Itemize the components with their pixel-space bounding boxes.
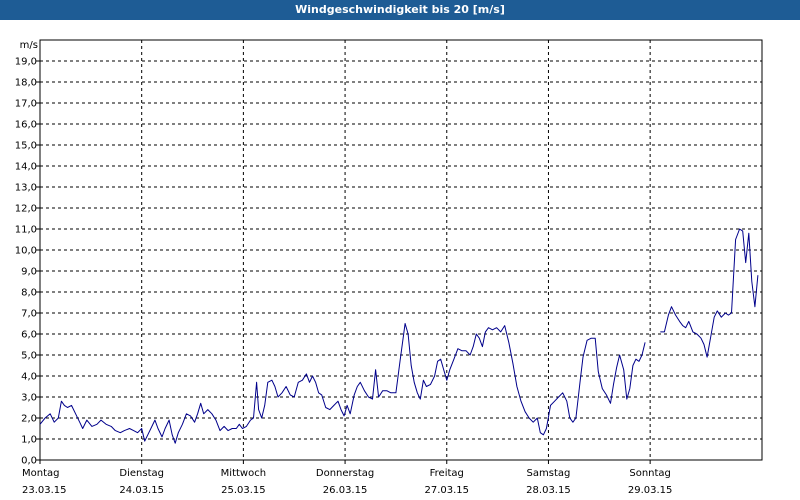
y-tick-label: 13,0 <box>15 183 37 194</box>
x-tick-label-date: 24.03.15 <box>119 485 164 496</box>
y-tick-label: 17,0 <box>15 99 37 110</box>
x-tick-label-day: Samstag <box>527 468 571 479</box>
x-tick-label-day: Donnerstag <box>316 468 374 479</box>
x-tick-label-day: Mittwoch <box>221 468 266 479</box>
y-tick-label: 12,0 <box>15 204 37 215</box>
y-tick-label: 4,0 <box>21 372 37 383</box>
x-tick-label-date: 27.03.15 <box>424 485 469 496</box>
series-line-wind-speed <box>39 323 646 444</box>
y-tick-label: 6,0 <box>21 330 37 341</box>
y-tick-label: 1,0 <box>21 435 37 446</box>
y-tick-label: 14,0 <box>15 162 37 173</box>
y-tick-label: 10,0 <box>15 246 37 257</box>
x-tick-label-date: 25.03.15 <box>221 485 266 496</box>
x-tick-label-day: Sonntag <box>629 468 671 479</box>
x-tick-label-day: Dienstag <box>119 468 164 479</box>
y-tick-label: 0,0 <box>21 456 37 467</box>
x-tick-label-date: 28.03.15 <box>526 485 571 496</box>
y-tick-label: 18,0 <box>15 78 37 89</box>
y-tick-label: 11,0 <box>15 225 37 236</box>
y-tick-label: 9,0 <box>21 267 37 278</box>
x-axis: Montag 23.03.15 Dienstag 24.03.15 Mittwoch 25… <box>22 460 672 496</box>
series-line-wind-speed <box>660 228 759 358</box>
wind-speed-chart: 0,0 1,0 2,0 3,0 4,0 5,0 6,0 7,0 8,0 9,0 10,0 11,0 12… <box>15 39 763 496</box>
x-tick-label-date: 26.03.15 <box>323 485 368 496</box>
x-tick-label-day: Freitag <box>430 468 464 479</box>
x-tick-label-date: 23.03.15 <box>22 485 67 496</box>
y-tick-label: 19,0 <box>15 57 37 68</box>
y-tick-label: 3,0 <box>21 393 37 404</box>
y-tick-label: 15,0 <box>15 141 37 152</box>
y-tick-label: 2,0 <box>21 414 37 425</box>
x-tick-label-date: 29.03.15 <box>628 485 673 496</box>
y-tick-label: 8,0 <box>21 288 37 299</box>
y-tick-label: 7,0 <box>21 309 37 320</box>
y-tick-label: 5,0 <box>21 351 37 362</box>
y-tick-label: 16,0 <box>15 120 37 131</box>
y-axis-unit-label: m/s <box>20 40 38 51</box>
y-axis: 0,0 1,0 2,0 3,0 4,0 5,0 6,0 7,0 8,0 9,0 10,0 11,0 12… <box>15 57 40 467</box>
grid-layer <box>40 40 762 460</box>
x-tick-label-day: Montag <box>22 468 59 479</box>
